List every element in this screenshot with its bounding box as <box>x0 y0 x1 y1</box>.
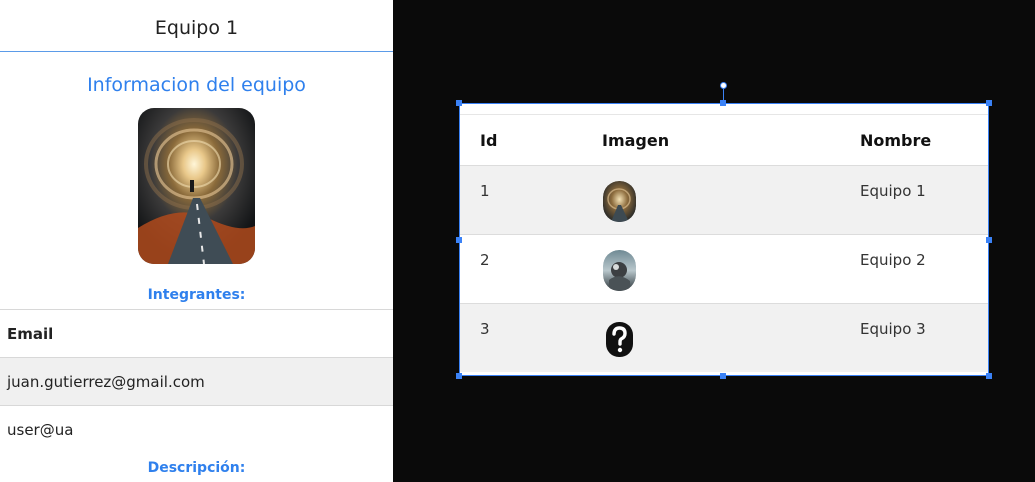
panel-title: Equipo 1 <box>0 0 393 52</box>
resize-handle-top-right[interactable] <box>986 100 992 106</box>
resize-handle-top[interactable] <box>720 100 726 106</box>
galaxy-avatar-icon <box>603 181 636 222</box>
team-image <box>138 108 255 264</box>
members-heading: Integrantes: <box>147 287 246 303</box>
table-row[interactable]: 1 Equipo 1 <box>460 165 988 234</box>
table-row[interactable]: 3 Equipo 3 <box>460 303 988 372</box>
team-info-heading: Informacion del equipo <box>87 74 306 96</box>
resize-handle-bottom-left[interactable] <box>456 373 462 379</box>
creature-avatar-icon <box>603 250 636 291</box>
row-id: 1 <box>480 182 490 200</box>
table-row[interactable]: 2 Equipo 2 <box>460 234 988 303</box>
column-header-name: Nombre <box>860 130 932 150</box>
rotation-handle[interactable] <box>720 82 727 89</box>
row-name: Equipo 3 <box>860 320 926 338</box>
question-mark-icon <box>606 322 633 357</box>
table-row: juan.gutierrez@gmail.com <box>0 357 393 405</box>
members-column-email: Email <box>0 309 393 357</box>
members-table: Email juan.gutierrez@gmail.com user@ua <box>0 309 393 453</box>
resize-handle-top-left[interactable] <box>456 100 462 106</box>
row-name: Equipo 1 <box>860 182 926 200</box>
row-id: 3 <box>480 320 490 338</box>
row-image <box>582 235 838 303</box>
resize-handle-bottom[interactable] <box>720 373 726 379</box>
row-image <box>582 304 838 372</box>
description-heading: Descripción: <box>147 460 246 476</box>
resize-handle-bottom-right[interactable] <box>986 373 992 379</box>
resize-handle-left[interactable] <box>456 237 462 243</box>
table-row: user@ua <box>0 405 393 453</box>
column-header-image: Imagen <box>602 130 670 150</box>
teams-table[interactable]: Id Imagen Nombre 1 Equipo 1 2 Equipo 2 3… <box>459 103 989 376</box>
team-detail-panel: Equipo 1 Informacion del equipo Integran… <box>0 0 393 482</box>
row-name: Equipo 2 <box>860 251 926 269</box>
row-id: 2 <box>480 251 490 269</box>
resize-handle-right[interactable] <box>986 237 992 243</box>
table-header-row: Id Imagen Nombre <box>460 114 988 165</box>
column-header-id: Id <box>480 130 498 150</box>
row-image <box>582 166 838 234</box>
